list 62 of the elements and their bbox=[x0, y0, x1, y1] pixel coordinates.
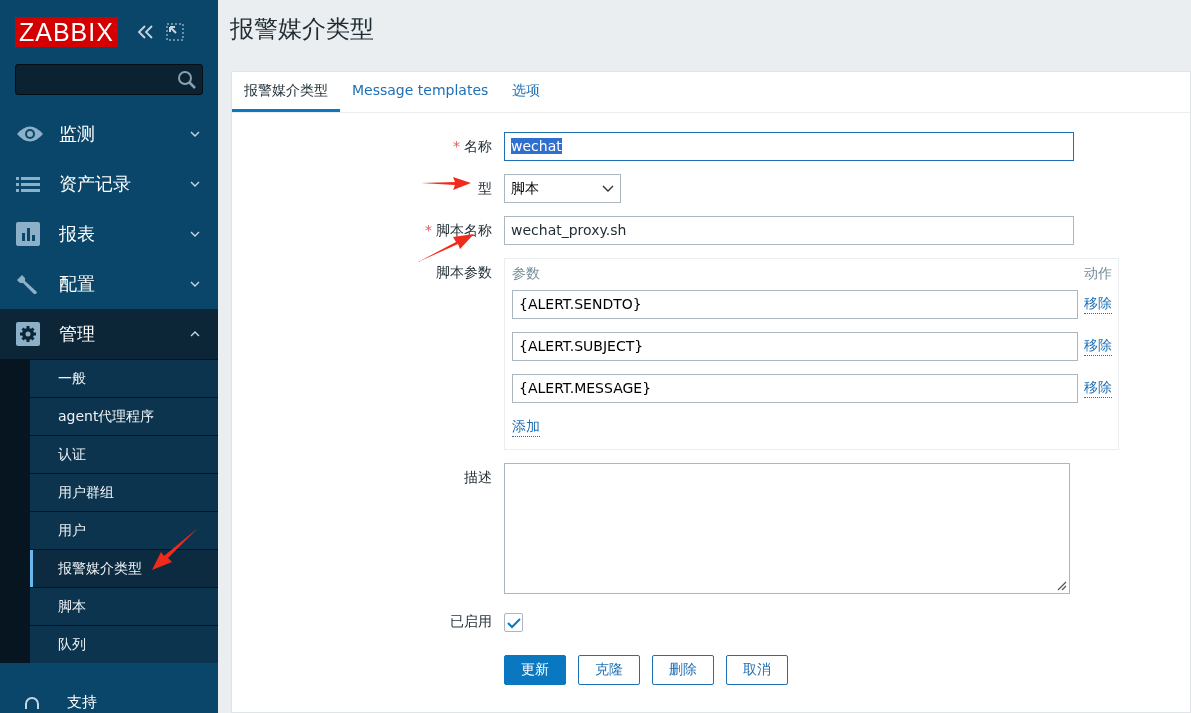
headset-icon[interactable] bbox=[24, 695, 40, 710]
submenu-item[interactable]: 报警媒介类型 bbox=[30, 549, 218, 587]
bar-chart-icon bbox=[16, 222, 40, 246]
annotation-arrow bbox=[152, 528, 198, 572]
submenu-item[interactable]: agent代理程序 bbox=[30, 397, 218, 435]
param-field[interactable]: {ALERT.MESSAGE} bbox=[512, 374, 1078, 403]
field-label: 型 bbox=[478, 180, 492, 196]
submenu-item[interactable]: 用户 bbox=[30, 511, 218, 549]
description-field[interactable] bbox=[504, 463, 1070, 594]
chevron-down-icon bbox=[190, 231, 200, 237]
form-button[interactable]: 克隆 bbox=[578, 655, 640, 685]
kiosk-mode-icon[interactable] bbox=[165, 22, 184, 41]
script-name-field[interactable]: wechat_proxy.sh bbox=[504, 216, 1074, 245]
tab[interactable]: 选项 bbox=[500, 72, 553, 112]
wrench-icon bbox=[16, 272, 40, 296]
tab[interactable]: 报警媒介类型 bbox=[232, 72, 340, 112]
form-button[interactable]: 更新 bbox=[504, 655, 566, 685]
collapse-icon[interactable] bbox=[135, 23, 156, 40]
field-label: 已启用 bbox=[450, 613, 492, 629]
enabled-checkbox[interactable] bbox=[504, 613, 523, 632]
field-label: 描述 bbox=[464, 469, 492, 485]
form-button[interactable]: 取消 bbox=[726, 655, 788, 685]
zabbix-logo[interactable]: ZABBIX bbox=[15, 16, 118, 47]
remove-link[interactable]: 移除 bbox=[1084, 337, 1112, 356]
menu-item[interactable]: 监测 bbox=[0, 109, 218, 159]
support-link[interactable]: 支持 bbox=[67, 693, 97, 712]
submenu-item[interactable]: 脚本 bbox=[30, 587, 218, 625]
menu-item[interactable]: 报表 bbox=[0, 209, 218, 259]
menu-item[interactable]: 管理 bbox=[0, 309, 218, 359]
column-header: 动作 bbox=[1084, 265, 1112, 283]
field-label: 名称 bbox=[464, 138, 492, 154]
search-icon[interactable] bbox=[177, 69, 197, 90]
menu-item[interactable]: 配置 bbox=[0, 259, 218, 309]
page-title: 报警媒介类型 bbox=[230, 14, 374, 45]
tab[interactable]: Message templates bbox=[340, 72, 501, 112]
column-header: 参数 bbox=[512, 265, 540, 283]
required-mark: * bbox=[453, 138, 460, 154]
submenu-item[interactable]: 认证 bbox=[30, 435, 218, 473]
remove-link[interactable]: 移除 bbox=[1084, 379, 1112, 398]
resize-handle-icon[interactable] bbox=[1057, 581, 1067, 591]
menu-item[interactable]: 资产记录 bbox=[0, 159, 218, 209]
chevron-down-icon bbox=[190, 281, 200, 287]
remove-link[interactable]: 移除 bbox=[1084, 295, 1112, 314]
list-icon bbox=[16, 176, 40, 192]
required-mark: * bbox=[425, 222, 432, 238]
field-label: 脚本参数 bbox=[436, 264, 492, 280]
chevron-down-icon bbox=[602, 184, 614, 193]
chevron-down-icon bbox=[190, 131, 200, 137]
eye-icon bbox=[16, 125, 44, 143]
add-link[interactable]: 添加 bbox=[512, 418, 540, 437]
gear-icon bbox=[16, 322, 40, 346]
search-field[interactable] bbox=[15, 64, 203, 95]
form-button[interactable]: 删除 bbox=[652, 655, 714, 685]
submenu-item[interactable]: 一般 bbox=[30, 359, 218, 397]
type-dropdown[interactable]: 脚本 bbox=[504, 174, 621, 203]
name-field[interactable]: wechat bbox=[504, 132, 1074, 161]
chevron-down-icon bbox=[190, 181, 200, 187]
submenu-item[interactable]: 用户群组 bbox=[30, 473, 218, 511]
chevron-up-icon bbox=[190, 331, 200, 337]
param-field[interactable]: {ALERT.SUBJECT} bbox=[512, 332, 1078, 361]
param-field[interactable]: {ALERT.SENDTO} bbox=[512, 290, 1078, 319]
submenu-item[interactable]: 队列 bbox=[30, 625, 218, 663]
